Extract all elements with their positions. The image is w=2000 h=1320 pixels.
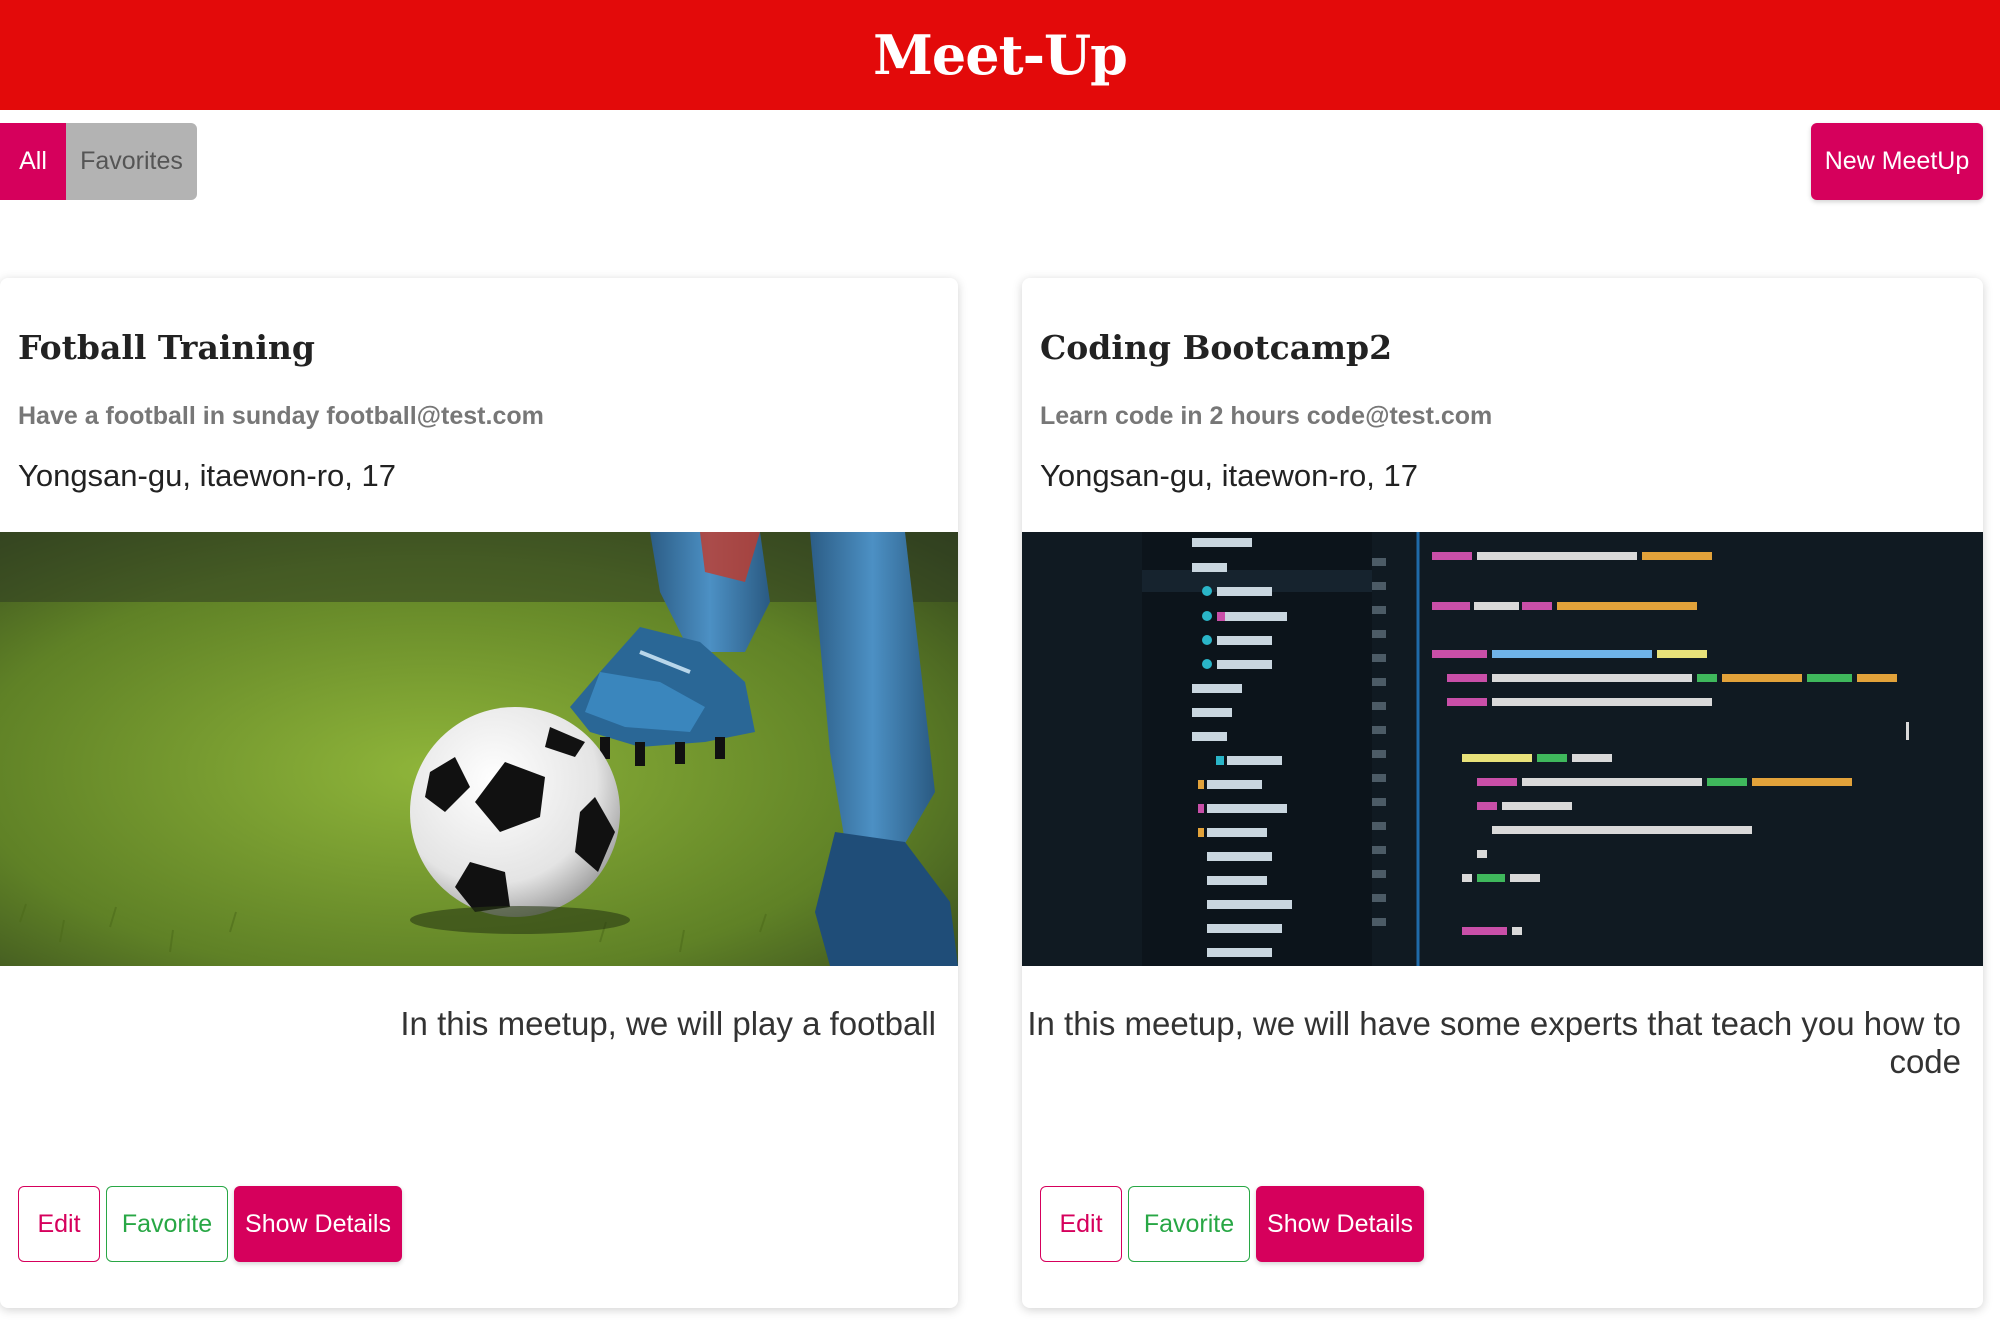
meetup-actions: Edit Favorite Show Details — [1040, 1186, 1424, 1262]
favorite-button[interactable]: Favorite — [1128, 1186, 1250, 1262]
meetup-subtitle: Have a football in sunday football@test.… — [18, 402, 544, 430]
meetup-card-football: Fotball Training Have a football in sund… — [0, 278, 958, 1308]
show-details-button[interactable]: Show Details — [1256, 1186, 1424, 1262]
filter-toggle-group: All Favorites — [0, 123, 197, 200]
app-header: Meet-Up — [0, 0, 2000, 110]
meetup-image — [1022, 532, 1983, 966]
filter-favorites-button[interactable]: Favorites — [66, 123, 197, 200]
meetup-address: Yongsan-gu, itaewon-ro, 17 — [18, 458, 397, 493]
meetup-title: Coding Bootcamp2 — [1040, 328, 1393, 367]
edit-button[interactable]: Edit — [1040, 1186, 1122, 1262]
meetup-actions: Edit Favorite Show Details — [18, 1186, 402, 1262]
meetup-description: In this meetup, we will play a football — [400, 1005, 936, 1042]
show-details-button[interactable]: Show Details — [234, 1186, 402, 1262]
favorite-button[interactable]: Favorite — [106, 1186, 228, 1262]
meetup-address: Yongsan-gu, itaewon-ro, 17 — [1040, 458, 1419, 493]
meetup-subtitle: Learn code in 2 hours code@test.com — [1040, 402, 1493, 430]
meetup-card-coding: Coding Bootcamp2 Learn code in 2 hours c… — [1022, 278, 1983, 1308]
new-meetup-button[interactable]: New MeetUp — [1811, 123, 1983, 200]
filter-all-button[interactable]: All — [0, 123, 66, 200]
meetup-description: In this meetup, we will have some expert… — [1027, 1005, 1961, 1080]
edit-button[interactable]: Edit — [18, 1186, 100, 1262]
meetup-image — [0, 532, 958, 966]
meetup-title: Fotball Training — [18, 328, 315, 367]
app-title: Meet-Up — [873, 23, 1128, 87]
